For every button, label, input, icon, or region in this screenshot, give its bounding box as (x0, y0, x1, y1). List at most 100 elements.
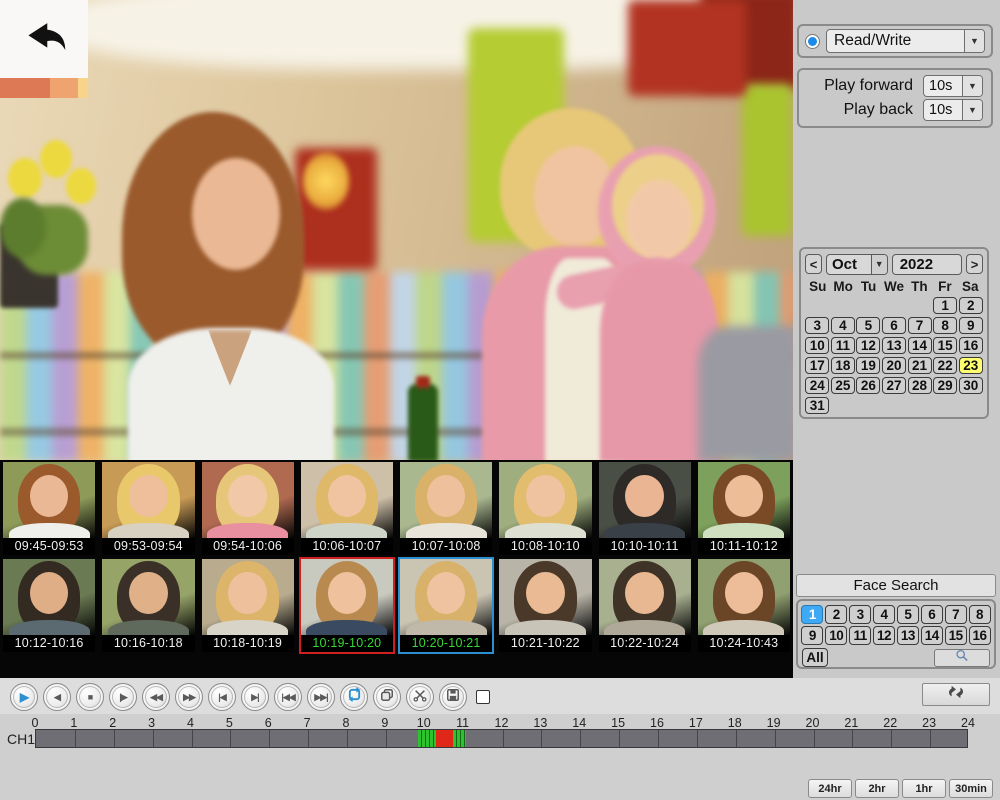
loop-button[interactable] (340, 683, 368, 711)
calendar-day-12[interactable]: 12 (856, 337, 880, 354)
calendar-day-15[interactable]: 15 (933, 337, 957, 354)
calendar-day-13[interactable]: 13 (882, 337, 906, 354)
calendar-day-30[interactable]: 30 (959, 377, 983, 394)
calendar-day-7[interactable]: 7 (908, 317, 932, 334)
step-play-button[interactable]: |▶ (109, 683, 137, 711)
stop-button[interactable]: ■ (76, 683, 104, 711)
chevron-down-icon[interactable]: ▼ (962, 100, 982, 120)
calendar-day-4[interactable]: 4 (831, 317, 855, 334)
face-search-title[interactable]: Face Search (796, 574, 996, 597)
mode-radio[interactable] (805, 34, 820, 49)
face-result-cell[interactable]: 10:08-10:10 (497, 460, 593, 557)
calendar-day-22[interactable]: 22 (933, 357, 957, 374)
face-result-cell[interactable]: 10:16-10:18 (100, 557, 196, 654)
calendar-day-14[interactable]: 14 (908, 337, 932, 354)
channel-button-13[interactable]: 13 (897, 626, 919, 645)
calendar-day-11[interactable]: 11 (831, 337, 855, 354)
face-result-cell[interactable]: 10:12-10:16 (1, 557, 97, 654)
channel-button-16[interactable]: 16 (969, 626, 991, 645)
calendar-year-field[interactable]: 2022 (892, 254, 962, 275)
calendar-next-button[interactable]: > (966, 254, 983, 274)
face-result-cell[interactable]: 10:10-10:11 (597, 460, 693, 557)
face-result-cell[interactable]: 10:18-10:19 (200, 557, 296, 654)
calendar-day-31[interactable]: 31 (805, 397, 829, 414)
calendar-day-9[interactable]: 9 (959, 317, 983, 334)
calendar-day-21[interactable]: 21 (908, 357, 932, 374)
calendar-prev-button[interactable]: < (805, 254, 822, 274)
timeline-track[interactable] (35, 729, 968, 748)
calendar-day-26[interactable]: 26 (856, 377, 880, 394)
calendar-day-6[interactable]: 6 (882, 317, 906, 334)
channel-button-2[interactable]: 2 (825, 605, 847, 624)
calendar-day-28[interactable]: 28 (908, 377, 932, 394)
channel-button-3[interactable]: 3 (849, 605, 871, 624)
calendar-day-27[interactable]: 27 (882, 377, 906, 394)
play-button[interactable]: ▶ (10, 683, 38, 711)
calendar-day-20[interactable]: 20 (882, 357, 906, 374)
chevron-down-icon[interactable]: ▼ (962, 76, 982, 96)
calendar-day-18[interactable]: 18 (831, 357, 855, 374)
face-result-cell[interactable]: 09:45-09:53 (1, 460, 97, 557)
channel-button-6[interactable]: 6 (921, 605, 943, 624)
calendar-day-3[interactable]: 3 (805, 317, 829, 334)
calendar-day-24[interactable]: 24 (805, 377, 829, 394)
rewind-button[interactable]: ◀◀ (142, 683, 170, 711)
channel-button-10[interactable]: 10 (825, 626, 847, 645)
prev-frame-button[interactable]: |◀ (208, 683, 236, 711)
all-channels-button[interactable]: All (802, 648, 828, 667)
face-result-cell[interactable]: 10:22-10:24 (597, 557, 693, 654)
play-back-select[interactable]: 10s ▼ (923, 99, 983, 121)
calendar-day-25[interactable]: 25 (831, 377, 855, 394)
channel-swap-button[interactable] (922, 683, 990, 706)
channel-button-8[interactable]: 8 (969, 605, 991, 624)
back-button[interactable] (0, 0, 88, 78)
face-result-cell[interactable]: 10:19-10:20 (299, 557, 395, 654)
channel-button-12[interactable]: 12 (873, 626, 895, 645)
clip-button[interactable] (406, 683, 434, 711)
face-result-cell[interactable]: 09:54-10:06 (200, 460, 296, 557)
range-button-2hr[interactable]: 2hr (855, 779, 899, 798)
play-reverse-button[interactable]: ◀ (43, 683, 71, 711)
calendar-month-dropdown[interactable]: Oct ▼ (826, 254, 888, 275)
calendar-day-29[interactable]: 29 (933, 377, 957, 394)
fast-forward-button[interactable]: ▶▶ (175, 683, 203, 711)
calendar-day-2[interactable]: 2 (959, 297, 983, 314)
clip-checkbox[interactable] (476, 690, 490, 704)
range-button-30min[interactable]: 30min (949, 779, 993, 798)
channel-button-9[interactable]: 9 (801, 626, 823, 645)
calendar-day-10[interactable]: 10 (805, 337, 829, 354)
channel-button-11[interactable]: 11 (849, 626, 871, 645)
save-button[interactable] (439, 683, 467, 711)
face-result-cell[interactable]: 10:20-10:21 (398, 557, 494, 654)
channel-button-1[interactable]: 1 (801, 605, 823, 624)
channel-button-14[interactable]: 14 (921, 626, 943, 645)
last-record-button[interactable]: ▶▶| (307, 683, 335, 711)
face-result-cell[interactable]: 10:07-10:08 (398, 460, 494, 557)
calendar-day-16[interactable]: 16 (959, 337, 983, 354)
face-result-cell[interactable]: 10:21-10:22 (497, 557, 593, 654)
chevron-down-icon[interactable]: ▼ (871, 255, 887, 274)
calendar-day-17[interactable]: 17 (805, 357, 829, 374)
channel-button-15[interactable]: 15 (945, 626, 967, 645)
channel-button-5[interactable]: 5 (897, 605, 919, 624)
calendar-day-1[interactable]: 1 (933, 297, 957, 314)
calendar-day-23[interactable]: 23 (959, 357, 983, 374)
calendar-day-5[interactable]: 5 (856, 317, 880, 334)
calendar-day-19[interactable]: 19 (856, 357, 880, 374)
next-frame-button[interactable]: ▶| (241, 683, 269, 711)
calendar-day-8[interactable]: 8 (933, 317, 957, 334)
mode-dropdown[interactable]: Read/Write ▼ (826, 29, 985, 53)
chevron-down-icon[interactable]: ▼ (964, 30, 984, 52)
play-forward-select[interactable]: 10s ▼ (923, 75, 983, 97)
channel-button-4[interactable]: 4 (873, 605, 895, 624)
face-result-cell[interactable]: 09:53-09:54 (100, 460, 196, 557)
channel-button-7[interactable]: 7 (945, 605, 967, 624)
face-result-cell[interactable]: 10:11-10:12 (696, 460, 792, 557)
range-button-1hr[interactable]: 1hr (902, 779, 946, 798)
range-button-24hr[interactable]: 24hr (808, 779, 852, 798)
face-result-cell[interactable]: 10:06-10:07 (299, 460, 395, 557)
first-record-button[interactable]: |◀◀ (274, 683, 302, 711)
face-result-cell[interactable]: 10:24-10:43 (696, 557, 792, 654)
face-search-button[interactable] (934, 649, 990, 667)
multi-window-button[interactable] (373, 683, 401, 711)
